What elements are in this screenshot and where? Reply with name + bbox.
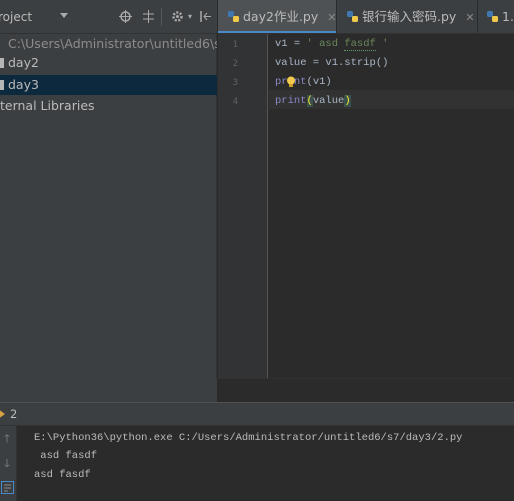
code-token: value [312, 95, 345, 107]
line-number: 1 [232, 40, 238, 50]
console-line: asd fasdf [34, 469, 91, 481]
code-editor[interactable]: v1 = ' asd fasdf ' value = v1.strip() pr… [269, 34, 514, 378]
tab-label: day2作业.py [243, 9, 319, 24]
code-line-4[interactable]: print(value) [275, 92, 351, 111]
lightbulb-icon[interactable] [286, 76, 296, 88]
run-tab-label[interactable]: 2 [10, 407, 17, 421]
tab-label: 1. [502, 9, 514, 24]
settings-icon[interactable] [170, 10, 184, 24]
matched-paren: ) [344, 95, 351, 107]
tree-item-label: ternal Libraries [0, 98, 95, 113]
editor-tabs: day2作业.py ✕ 银行输入密码.py ✕ 1. [218, 0, 514, 34]
arrow-up-icon[interactable]: 🡑 [0, 432, 14, 446]
console-line: asd fasdf [34, 450, 98, 462]
hide-icon[interactable] [198, 10, 212, 24]
folder-icon [0, 80, 4, 90]
project-toolbar: roject ▾ [0, 0, 217, 34]
editor-footer [218, 378, 514, 402]
string-literal: ' asd [306, 38, 345, 50]
close-icon[interactable]: ✕ [465, 1, 474, 33]
project-tree: C:\Users\Administrator\untitled6\s7 day2… [0, 34, 217, 402]
python-file-icon [228, 11, 239, 22]
code-line-1[interactable]: v1 = ' asd fasdf ' [275, 35, 388, 54]
collapse-icon[interactable] [141, 10, 155, 24]
settings-dropdown-icon[interactable]: ▾ [183, 10, 197, 24]
console-line: E:\Python36\python.exe C:/Users/Administ… [34, 432, 463, 444]
line-number: 4 [232, 97, 238, 107]
project-view-selector[interactable]: roject [0, 10, 32, 24]
chevron-down-icon[interactable] [60, 13, 68, 18]
tab-day2-homework[interactable]: day2作业.py ✕ [218, 0, 336, 33]
tree-item-day2[interactable]: day2 [0, 53, 217, 73]
python-file-icon [347, 11, 358, 22]
run-icon [0, 410, 5, 418]
code-token: v1 = [275, 38, 307, 50]
python-file-icon [487, 11, 498, 22]
line-number: 2 [232, 59, 238, 69]
tab-file-1[interactable]: 1. [478, 0, 514, 33]
code-line-2[interactable]: value = v1.strip() [275, 54, 388, 73]
string-literal: ' [375, 38, 389, 50]
code-token: (v1) [306, 76, 332, 88]
tree-item-external-libraries[interactable]: ternal Libraries [0, 96, 217, 116]
builtin-function: print [275, 95, 307, 107]
editor-gutter: 1 2 3 4 [218, 34, 268, 378]
run-side-toolbar: 🡑 🡓 [0, 426, 17, 501]
console-output[interactable]: E:\Python36\python.exe C:/Users/Administ… [18, 426, 514, 501]
typo-highlight: fasdf [344, 38, 376, 51]
tree-item-day3[interactable]: day3 [0, 75, 217, 95]
line-number: 3 [232, 78, 238, 88]
code-token: value = v1.strip() [275, 57, 389, 69]
tree-item-label: day3 [8, 77, 39, 92]
code-line-3[interactable]: print(v1) [275, 73, 332, 92]
tree-item-label: day2 [8, 55, 39, 70]
tree-root-path[interactable]: C:\Users\Administrator\untitled6\s7 [0, 34, 217, 54]
soft-wrap-icon[interactable] [0, 481, 14, 495]
arrow-down-icon[interactable]: 🡓 [0, 457, 14, 471]
tree-item-label: C:\Users\Administrator\untitled6\s7 [8, 36, 217, 51]
project-panel-footer [0, 378, 217, 402]
tab-label: 银行输入密码.py [362, 9, 457, 24]
locate-icon[interactable] [118, 10, 132, 24]
tab-bank-password[interactable]: 银行输入密码.py ✕ [337, 0, 477, 33]
folder-icon [0, 58, 4, 68]
run-panel-header: 2 [0, 402, 514, 426]
